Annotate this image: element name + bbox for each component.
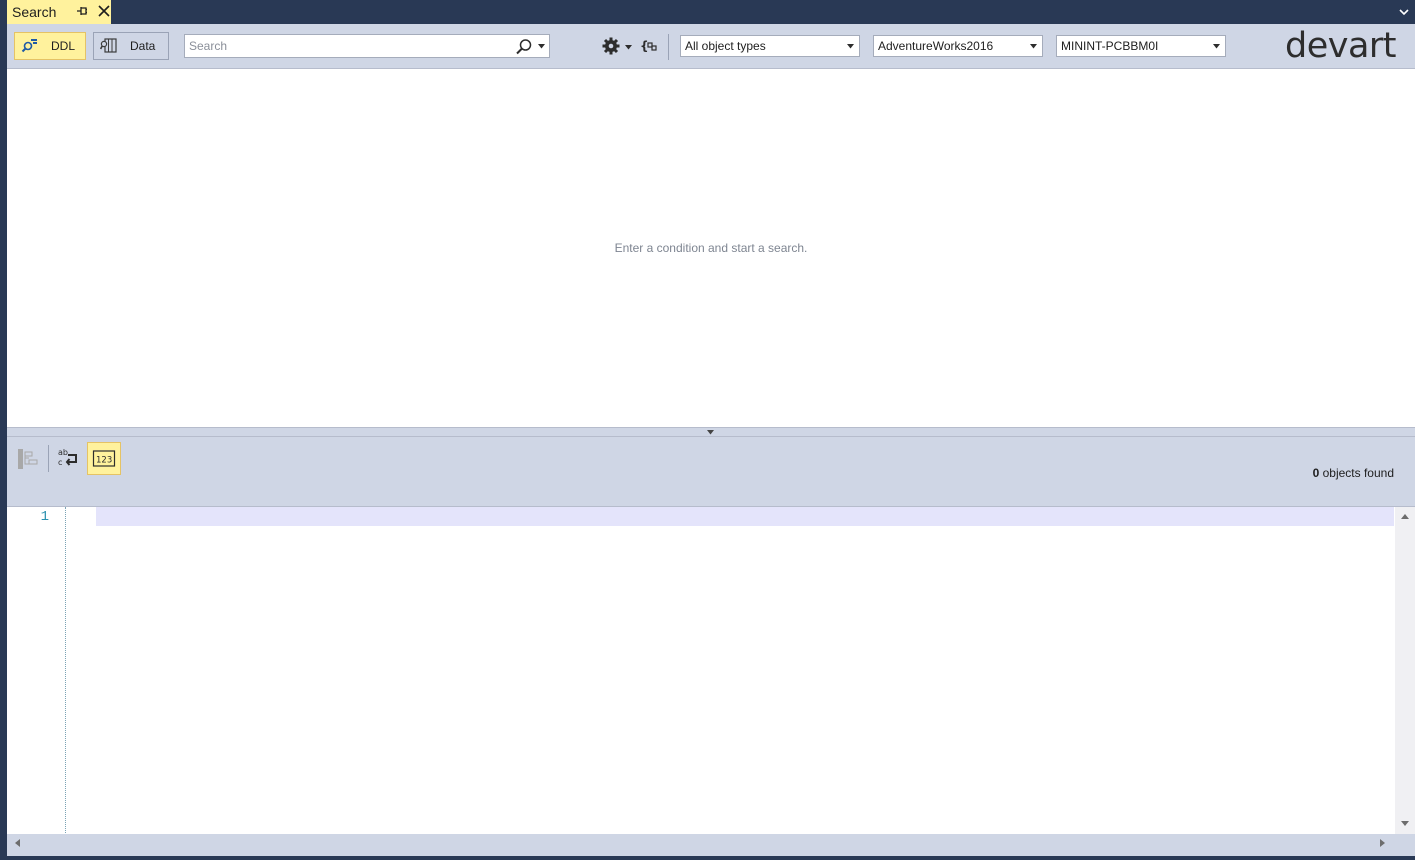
ddl-label: DDL [51, 39, 76, 53]
pane-splitter[interactable] [7, 427, 1415, 437]
object-types-value: All object types [685, 39, 766, 53]
tab-title: Search [12, 4, 57, 20]
tree-view-icon [18, 448, 38, 469]
object-types-select[interactable]: All object types [680, 35, 860, 57]
ddl-preview-editor[interactable]: 1 [7, 507, 1415, 851]
data-mode-button[interactable]: Data [93, 32, 169, 60]
database-select[interactable]: AdventureWorks2016 [873, 35, 1043, 57]
search-window: DDL Data Search {All object types Adven… [7, 24, 1415, 856]
chevron-down-icon[interactable] [1399, 8, 1409, 16]
chevron-down-icon [847, 44, 854, 49]
chevron-down-icon [1030, 44, 1037, 49]
data-label: Data [130, 39, 156, 53]
code-search-icon[interactable]: { [640, 37, 660, 55]
objects-found-count: 0 [1312, 466, 1320, 480]
svg-text:123: 123 [96, 455, 112, 465]
search-document-tab[interactable]: Search [7, 0, 111, 24]
objects-found-label: objects found [1322, 466, 1394, 480]
ddl-mode-button[interactable]: DDL [14, 32, 86, 60]
data-search-icon [100, 38, 117, 53]
devart-logo: devart [1285, 26, 1397, 66]
line-number: 1 [40, 509, 49, 525]
svg-text:{: { [640, 39, 649, 53]
search-toolbar: DDL Data Search {All object types Adven… [7, 24, 1415, 69]
preview-toolbar-separator [48, 445, 49, 472]
search-input[interactable] [187, 36, 511, 56]
server-value: MININT-PCBBM0I [1061, 39, 1159, 53]
pin-icon[interactable] [74, 3, 90, 19]
tree-view-button[interactable] [12, 442, 46, 475]
line-numbers-icon: 123 [92, 449, 116, 467]
results-pane: Enter a condition and start a search. [7, 69, 1415, 427]
word-wrap-icon: ab c [58, 448, 77, 467]
toolbar-separator [668, 34, 669, 60]
ddl-search-icon [21, 39, 37, 53]
scroll-left-icon[interactable] [15, 839, 20, 847]
search-box [184, 34, 550, 58]
gear-icon[interactable] [601, 36, 621, 56]
chevron-down-icon[interactable] [707, 430, 714, 435]
search-icon[interactable] [515, 38, 533, 56]
line-number-gutter: 1 [7, 507, 66, 851]
horizontal-scrollbar[interactable] [7, 834, 1415, 851]
scroll-down-icon[interactable] [1401, 821, 1409, 826]
word-wrap-button[interactable]: ab c [52, 442, 86, 475]
line-numbers-button[interactable]: 123 [87, 442, 121, 475]
vertical-scrollbar[interactable] [1395, 507, 1415, 834]
database-value: AdventureWorks2016 [878, 39, 994, 53]
chevron-down-icon [1213, 44, 1220, 49]
objects-found-status: 0 objects found [1313, 466, 1394, 480]
close-icon[interactable] [96, 3, 112, 19]
server-select[interactable]: MININT-PCBBM0I [1056, 35, 1226, 57]
scroll-up-icon[interactable] [1401, 514, 1409, 519]
svg-text:c: c [58, 458, 62, 467]
empty-results-message: Enter a condition and start a search. [614, 241, 808, 255]
scroll-right-icon[interactable] [1380, 839, 1385, 847]
preview-toolbar: ab c 123 0 objects found [7, 437, 1415, 507]
search-options-chevron-icon[interactable] [538, 44, 545, 49]
settings-chevron-icon[interactable] [625, 45, 632, 50]
document-tab-strip: Search [0, 0, 1415, 24]
svg-text:ab: ab [58, 448, 68, 457]
current-line-highlight [96, 507, 1394, 526]
